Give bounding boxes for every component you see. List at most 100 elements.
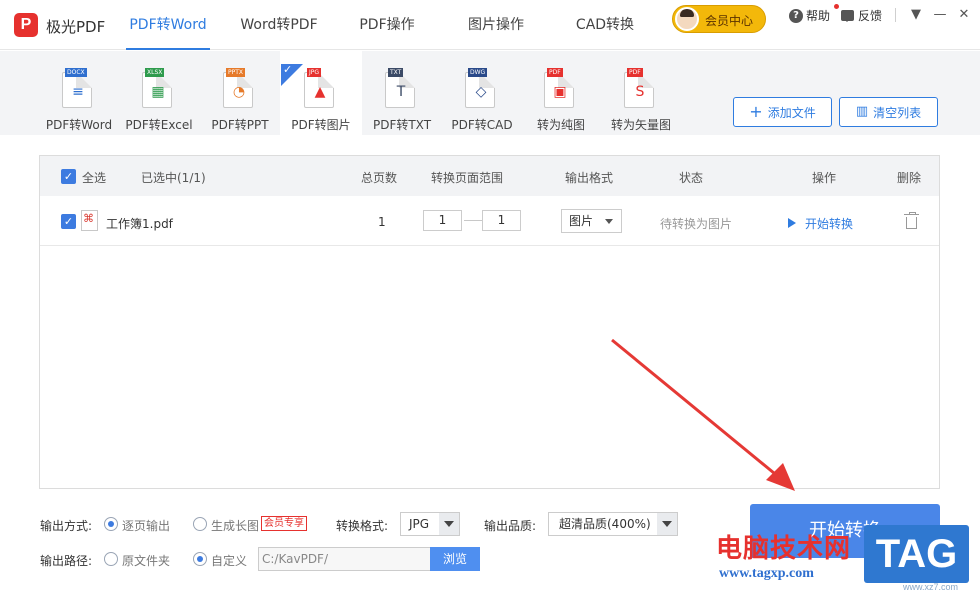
format-select[interactable]: JPG <box>400 512 460 536</box>
help-label: 帮助 <box>806 9 831 23</box>
dwg-tag: DWG <box>468 68 488 77</box>
select-all-checkbox[interactable]: ✓ <box>61 169 76 184</box>
watermark-url: www.tagxp.com <box>719 566 814 581</box>
header-pages: 总页数 <box>361 171 398 185</box>
tool-label: PDF转图片 <box>291 118 351 132</box>
pie-chart-icon: ◔ <box>232 84 246 100</box>
xlsx-file-icon: XLSX ▦ <box>142 68 172 108</box>
vip-center-button[interactable]: 会员中心 <box>672 5 766 33</box>
delete-row-icon[interactable] <box>904 212 919 229</box>
format-label: 转换格式: <box>336 519 389 533</box>
clear-list-label: 清空列表 <box>873 105 922 120</box>
tool-label: PDF转CAD <box>451 118 513 132</box>
checkmark-icon: ✓ <box>283 63 293 76</box>
tool-to-vector[interactable]: PDF S 转为矢量图 <box>600 51 682 135</box>
pdf-tag: PDF <box>547 68 563 77</box>
image-icon: ▲ <box>314 84 326 100</box>
tool-label: PDF转Word <box>45 118 113 132</box>
tool-label: 转为矢量图 <box>610 118 671 132</box>
selected-count: 已选中(1/1) <box>141 171 206 185</box>
quality-select[interactable]: 超清品质(400%) <box>548 512 678 536</box>
browse-button[interactable]: 浏览 <box>430 547 480 571</box>
feedback-icon <box>841 10 854 22</box>
clear-list-button[interactable]: ▥ 清空列表 <box>839 97 938 127</box>
feedback-label: 反馈 <box>858 9 883 23</box>
play-icon <box>788 218 796 228</box>
output-format-select[interactable]: 图片 <box>561 209 622 233</box>
header-page-range: 转换页面范围 <box>431 171 504 185</box>
pdf-file-icon <box>81 210 98 231</box>
pptx-file-icon: PPTX ◔ <box>223 68 253 108</box>
mode-long-image-radio[interactable] <box>193 517 207 531</box>
tab-pdf-to-word[interactable]: PDF转Word <box>112 0 224 50</box>
header-operation: 操作 <box>812 171 837 185</box>
text-t-icon: T <box>396 84 406 100</box>
row-checkbox[interactable]: ✓ <box>61 214 76 229</box>
watermark-tag-logo: TAG <box>864 525 969 583</box>
grid-icon: ▦ <box>151 84 165 100</box>
docx-file-icon: DOCX ≡ <box>62 68 92 108</box>
tool-label: PDF转TXT <box>372 118 432 132</box>
txt-tag: TXT <box>388 68 404 77</box>
tool-pdf-to-excel[interactable]: XLSX ▦ PDF转Excel <box>118 51 200 135</box>
path-original-radio[interactable] <box>104 552 118 566</box>
tab-cad-conversion[interactable]: CAD转换 <box>552 0 658 50</box>
tool-pdf-to-cad[interactable]: DWG ◇ PDF转CAD <box>441 51 523 135</box>
select-all-label: 全选 <box>82 171 107 185</box>
output-mode-label: 输出方式: <box>40 519 93 533</box>
watermark-small-url: www.xz7.com <box>903 582 959 592</box>
path-custom-radio[interactable] <box>193 552 207 566</box>
watermark-title: 电脑技术网 <box>716 534 852 564</box>
vip-center-label: 会员中心 <box>705 14 754 28</box>
title-bar: P 极光PDF PDF转Word Word转PDF PDF操作 图片操作 CAD… <box>0 0 980 50</box>
range-to-input[interactable]: 1 <box>482 210 521 231</box>
file-table: ✓ 全选 已选中(1/1) 总页数 转换页面范围 输出格式 状态 操作 删除 ✓… <box>39 155 940 489</box>
close-icon[interactable]: ✕ <box>954 5 974 25</box>
page-count: 1 <box>378 215 386 229</box>
avatar <box>675 7 699 31</box>
header-divider <box>895 8 896 22</box>
quality-label: 输出品质: <box>484 519 537 533</box>
xlsx-tag: XLSX <box>145 68 165 77</box>
tool-pdf-to-ppt[interactable]: PPTX ◔ PDF转PPT <box>199 51 281 135</box>
picture-icon: ▣ <box>553 84 567 100</box>
header-delete: 删除 <box>897 171 922 185</box>
file-name: 工作簿1.pdf <box>106 217 173 231</box>
quality-value: 超清品质(400%) <box>559 517 651 531</box>
help-icon: ? <box>789 8 803 23</box>
plus-icon: + <box>749 102 763 121</box>
range-from-input[interactable]: 1 <box>423 210 462 231</box>
mode-per-page-radio[interactable] <box>104 517 118 531</box>
tab-pdf-operations[interactable]: PDF操作 <box>334 0 440 50</box>
menu-dropdown-icon[interactable]: ▼ <box>906 5 926 25</box>
range-separator <box>464 220 482 221</box>
pdf-vector-file-icon: PDF S <box>624 68 654 108</box>
word-lines-icon: ≡ <box>72 84 84 100</box>
conversion-tool-strip: DOCX ≡ PDF转Word XLSX ▦ PDF转Excel PPTX ◔ … <box>0 51 980 135</box>
tool-pdf-to-word[interactable]: DOCX ≡ PDF转Word <box>38 51 120 135</box>
txt-file-icon: TXT T <box>385 68 415 108</box>
add-file-label: 添加文件 <box>767 105 816 120</box>
main-nav: PDF转Word Word转PDF PDF操作 图片操作 CAD转换 <box>112 0 658 50</box>
start-convert-link[interactable]: 开始转换 <box>805 215 853 232</box>
table-header: ✓ 全选 已选中(1/1) 总页数 转换页面范围 输出格式 状态 操作 删除 <box>40 156 939 196</box>
status-text: 待转换为图片 <box>660 217 733 231</box>
docx-tag: DOCX <box>65 68 87 77</box>
tool-to-pure-image[interactable]: PDF ▣ 转为纯图 <box>520 51 602 135</box>
trash-icon: ▥ <box>855 104 869 119</box>
help-button[interactable]: ? 帮助 <box>789 7 830 24</box>
pdf-tag: PDF <box>627 68 643 77</box>
output-path-input[interactable]: C:/KavPDF/ <box>258 547 431 571</box>
header-status: 状态 <box>679 171 704 185</box>
tab-image-operations[interactable]: 图片操作 <box>440 0 552 50</box>
jpg-tag: JPG <box>307 68 322 77</box>
pdf-image-file-icon: PDF ▣ <box>544 68 574 108</box>
add-file-button[interactable]: + 添加文件 <box>733 97 832 127</box>
tool-label: PDF转Excel <box>125 118 193 132</box>
mode-per-page-label: 逐页输出 <box>122 519 171 533</box>
minimize-icon[interactable]: — <box>930 5 950 25</box>
feedback-button[interactable]: 反馈 <box>841 7 882 24</box>
tab-word-to-pdf[interactable]: Word转PDF <box>224 0 334 50</box>
notification-dot <box>834 4 839 9</box>
tool-pdf-to-txt[interactable]: TXT T PDF转TXT <box>361 51 443 135</box>
